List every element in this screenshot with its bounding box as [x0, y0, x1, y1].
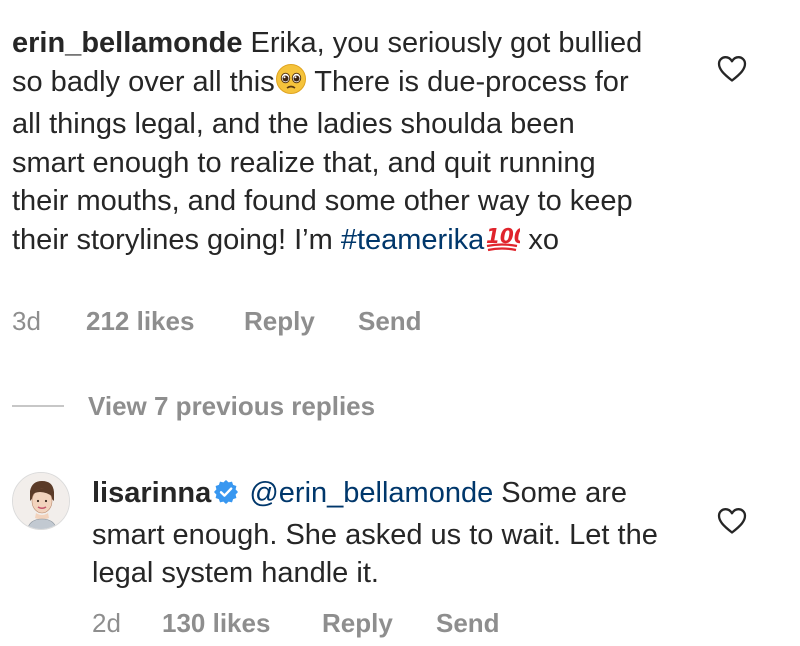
reply-time: 2d [92, 608, 121, 638]
hundred-points-emoji: 100 [484, 221, 528, 264]
comment: erin_bellamonde Erika, you seriously got… [12, 24, 652, 263]
comment-meta: 3d 212 likes Reply Send [12, 306, 512, 338]
avatar[interactable] [12, 472, 70, 530]
heart-outline-icon[interactable] [717, 507, 747, 535]
reply-comment: lisarinna @erin_bellamonde Some are smar… [92, 474, 682, 593]
reply-body: lisarinna @erin_bellamonde Some are smar… [92, 474, 682, 593]
pleading-face-emoji [275, 63, 307, 106]
verified-badge-icon [213, 477, 239, 516]
send-button[interactable]: Send [358, 306, 422, 337]
comment-text-end: xo [520, 223, 559, 256]
hashtag-link[interactable]: #teamerika [341, 224, 484, 256]
reply-button[interactable]: Reply [322, 608, 393, 639]
view-replies-label: View 7 previous replies [88, 390, 376, 421]
mention-link[interactable]: @erin_bellamonde [249, 477, 493, 509]
heart-outline-icon[interactable] [717, 55, 747, 83]
comment-time: 3d [12, 306, 41, 336]
comment-likes[interactable]: 212 likes [86, 306, 194, 337]
replies-divider [12, 405, 64, 407]
comment-body: erin_bellamonde Erika, you seriously got… [12, 24, 652, 263]
reply-button[interactable]: Reply [244, 306, 315, 337]
send-button[interactable]: Send [436, 608, 500, 639]
reply-meta: 2d 130 likes Reply Send [92, 608, 592, 640]
view-previous-replies-button[interactable]: View 7 previous replies [12, 388, 375, 424]
reply-likes[interactable]: 130 likes [162, 608, 270, 639]
reply-username[interactable]: lisarinna [92, 477, 211, 509]
comment-username[interactable]: erin_bellamonde [12, 27, 242, 59]
